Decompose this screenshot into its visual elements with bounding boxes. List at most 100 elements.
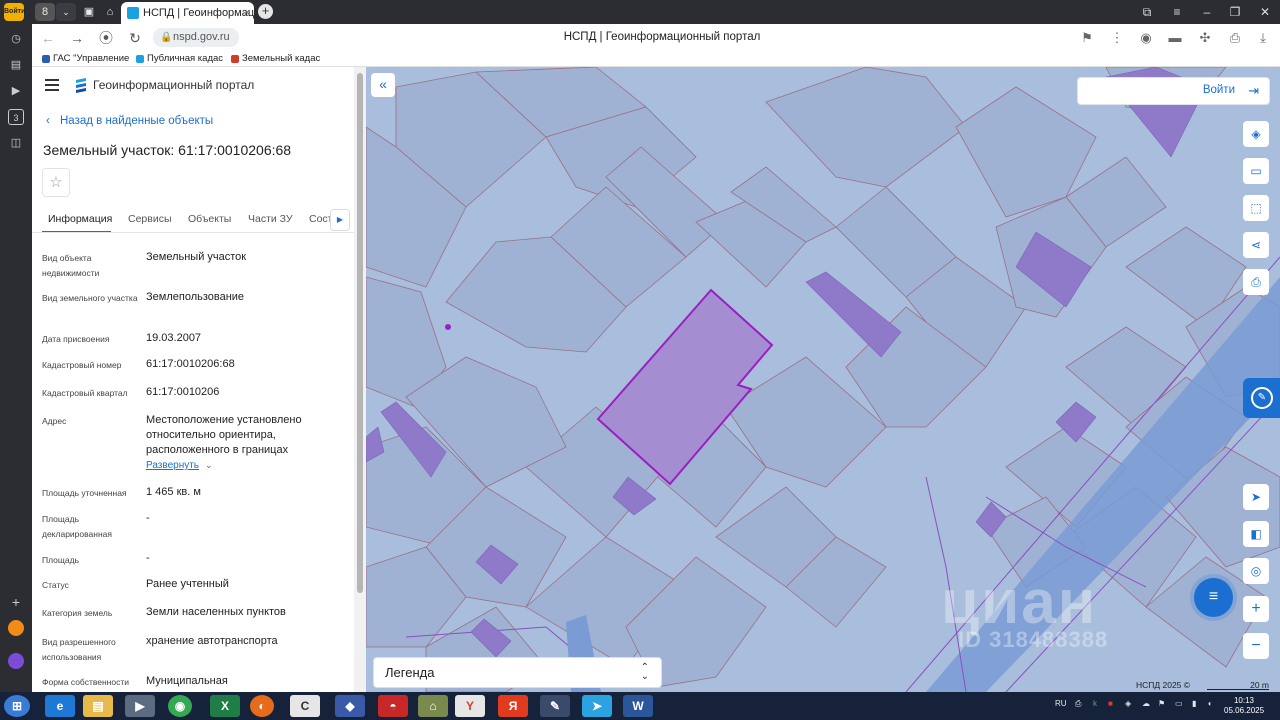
panel-scrollbar[interactable] xyxy=(354,67,366,692)
feedback-button[interactable]: ✎ xyxy=(1243,378,1280,418)
tray-printer-icon[interactable]: ⎙ xyxy=(1075,699,1081,709)
tab-counter-button[interactable]: 8 xyxy=(35,3,55,21)
tray-monitor-icon[interactable]: ▭ xyxy=(1175,699,1183,708)
clock-date: 05.06.2025 xyxy=(1224,706,1265,715)
tab-parts[interactable]: Части ЗУ xyxy=(248,213,293,225)
sidebar-counter-icon[interactable]: 3 xyxy=(8,109,24,125)
tray-volume-icon[interactable]: ◖ xyxy=(1207,699,1212,708)
orange-app-icon[interactable] xyxy=(8,620,24,636)
c-app-icon[interactable]: C xyxy=(290,695,320,717)
menu-burger-icon[interactable] xyxy=(45,79,59,91)
minimap-icon[interactable]: ◧ xyxy=(1243,521,1269,547)
ie-icon[interactable]: e xyxy=(45,695,75,717)
download-icon[interactable]: ⤓ xyxy=(1254,29,1272,47)
forward-icon[interactable]: → xyxy=(68,29,86,47)
tabs-scroll-right-icon[interactable]: ▶ xyxy=(330,209,350,231)
media-icon[interactable]: ◫ xyxy=(8,135,24,151)
print-icon[interactable]: ⎙ xyxy=(1243,269,1269,295)
back-icon[interactable]: ← xyxy=(39,29,57,47)
extension-flag-icon[interactable]: ◉ xyxy=(1137,29,1155,47)
word-icon[interactable]: W xyxy=(623,695,653,717)
bookmark-icon xyxy=(136,55,144,63)
pinned-tab-icon[interactable]: ▣ xyxy=(79,3,99,21)
chevron-down-icon: ⌄ xyxy=(205,460,213,470)
restore-icon[interactable]: ❐ xyxy=(1224,2,1246,22)
collections-icon[interactable]: ⧉ xyxy=(1136,2,1158,22)
reload-icon[interactable]: ↻ xyxy=(126,29,144,47)
play-icon[interactable]: ▶ xyxy=(8,83,24,99)
add-panel-icon[interactable]: + xyxy=(8,594,24,610)
notes-icon[interactable]: ▤ xyxy=(8,57,24,73)
start-icon[interactable]: ⊞ xyxy=(4,695,30,717)
extensions-icon[interactable]: ✣ xyxy=(1196,29,1214,47)
collapse-panel-button[interactable]: « xyxy=(371,73,395,97)
red-app-icon[interactable]: ◓ xyxy=(378,695,408,717)
protect-icon[interactable]: ⦿ xyxy=(97,29,115,47)
zoom-in-button[interactable]: + xyxy=(1243,596,1269,622)
bookmark-pkk[interactable]: Публичная кадас xyxy=(136,52,223,66)
locate-icon[interactable]: ➤ xyxy=(1243,484,1269,510)
geo-search-icon[interactable]: ◎ xyxy=(1243,558,1269,584)
zoom-out-button[interactable]: − xyxy=(1243,633,1269,659)
app-icon[interactable]: ◆ xyxy=(335,695,365,717)
close-window-icon[interactable]: ✕ xyxy=(1254,2,1276,22)
url-field[interactable]: 🔒 nspd.gov.ru xyxy=(153,28,239,47)
expand-address-link[interactable]: Развернуть ⌄ xyxy=(146,460,213,471)
chrome-icon[interactable]: ◉ xyxy=(168,695,192,717)
telegram-icon[interactable]: ➤ xyxy=(582,695,612,717)
clock[interactable]: 10:13 05.06.2025 xyxy=(1224,696,1264,716)
row-value: 61:17:0010206 xyxy=(146,386,220,398)
select-area-icon[interactable]: ⬚ xyxy=(1243,195,1269,221)
yandex-browser-icon[interactable]: Y xyxy=(455,695,485,717)
tab-services[interactable]: Сервисы xyxy=(128,213,172,225)
row-value: хранение автотранспорта xyxy=(146,635,278,647)
firefox-icon[interactable]: ◐ xyxy=(250,695,274,717)
menu-icon[interactable]: ≡ xyxy=(1166,2,1188,22)
tray-red-icon[interactable]: ■ xyxy=(1108,699,1113,708)
tray-flag-icon[interactable]: ⚑ xyxy=(1158,699,1165,708)
share-icon[interactable]: ⋖ xyxy=(1243,232,1269,258)
bookmark-gas[interactable]: ГАС "Управление xyxy=(42,52,129,66)
bookmarks-bar: ГАС "Управление Публичная кадас Земельны… xyxy=(32,51,1280,67)
back-to-results-link[interactable]: ‹ Назад в найденные объекты xyxy=(46,115,213,127)
new-tab-button[interactable]: + xyxy=(258,4,273,19)
tray-network-icon[interactable]: ◈ xyxy=(1125,699,1131,708)
tray-kaspersky-icon[interactable]: k xyxy=(1093,699,1097,708)
login-button[interactable]: Войти ⇥ xyxy=(1077,77,1270,105)
tab-state[interactable]: Сост xyxy=(309,213,332,225)
home-tab-icon[interactable]: ⌂ xyxy=(100,3,120,21)
profile-icon[interactable]: Войти xyxy=(4,3,25,21)
chat-button[interactable]: ≡ xyxy=(1194,578,1233,617)
map-view[interactable]: циан ID 318488388 « Войти ⇥ ◈ ▭ ⬚ ⋖ ⎙ ✎ … xyxy=(366,67,1280,692)
tabs-dropdown-icon[interactable]: ⌄ xyxy=(56,3,76,21)
legend-select[interactable]: Легенда ⌃ ⌄ xyxy=(373,657,662,688)
reading-list-icon[interactable]: ⎙ xyxy=(1226,29,1244,47)
scrollbar-thumb[interactable] xyxy=(357,73,363,593)
bookmark-icon[interactable]: ⚑ xyxy=(1078,29,1096,47)
history-icon[interactable]: ◷ xyxy=(8,31,24,47)
tab-nspd[interactable]: НСПД | Геоинформационн × xyxy=(121,2,254,24)
bookmark-zk[interactable]: Земельный кадас xyxy=(231,52,320,66)
yandex-icon[interactable]: Я xyxy=(498,695,528,717)
tab-info[interactable]: Информация xyxy=(48,213,112,225)
explorer-icon[interactable]: ▤ xyxy=(83,695,113,717)
tray-signal-icon[interactable]: ▮ xyxy=(1192,699,1196,708)
ruler-icon[interactable]: ▭ xyxy=(1243,158,1269,184)
taskbar: ⊞ e ▤ ▶ ◉ X ◐ C ◆ ◓ ⌂ Y Я ✎ ➤ W RU ⎙ k ■… xyxy=(0,692,1280,720)
excel-icon[interactable]: X xyxy=(210,695,240,717)
layers-icon[interactable]: ◈ xyxy=(1243,121,1269,147)
minimize-icon[interactable]: – xyxy=(1196,2,1218,22)
media-player-icon[interactable]: ▶ xyxy=(125,695,155,717)
building xyxy=(805,271,902,358)
extension-hat-icon[interactable]: ▬ xyxy=(1166,29,1184,47)
more-icon[interactable]: ⋮ xyxy=(1108,29,1126,47)
language-indicator[interactable]: RU xyxy=(1055,699,1067,708)
favorite-star-icon[interactable]: ☆ xyxy=(42,168,70,197)
house-app-icon[interactable]: ⌂ xyxy=(418,695,448,717)
paint-icon[interactable]: ✎ xyxy=(540,695,570,717)
browser-sidebar: ◷ ▤ ▶ 3 ◫ + xyxy=(0,24,32,692)
tab-objects[interactable]: Объекты xyxy=(188,213,231,225)
close-tab-icon[interactable]: × xyxy=(244,2,250,24)
alice-icon[interactable] xyxy=(8,653,24,669)
tray-cloud-icon[interactable]: ☁ xyxy=(1142,699,1150,708)
